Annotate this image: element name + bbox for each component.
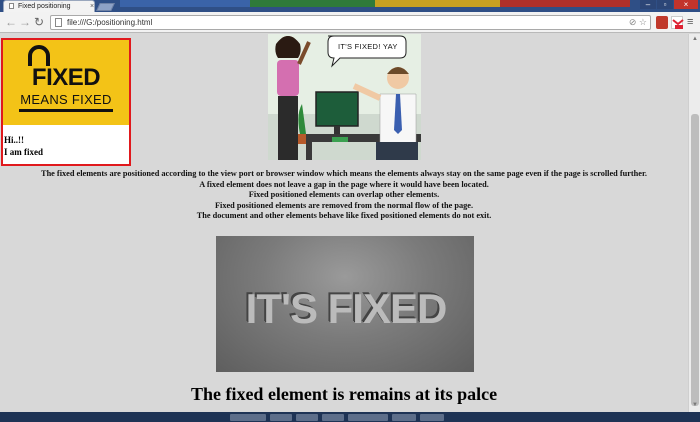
comic-illustration	[268, 34, 421, 160]
page-icon	[9, 3, 14, 9]
new-tab-button[interactable]	[96, 3, 115, 11]
vertical-scrollbar[interactable]: ▲ ▼	[688, 34, 700, 412]
os-taskbar	[0, 412, 700, 422]
tabstrip-stripe-blue	[120, 0, 250, 7]
gmail-icon[interactable]	[671, 16, 684, 29]
forward-icon[interactable]: →	[19, 15, 31, 29]
url-text: file:///G:/positioning.html	[67, 18, 153, 27]
taskbar-item-2[interactable]	[270, 414, 292, 421]
tab-strip: Fixed positioning × – ▫ ×	[0, 0, 700, 12]
fixed-box-text: Hi..!! I am fixed	[3, 125, 129, 158]
tab-close-icon[interactable]: ×	[90, 3, 94, 10]
page-heading: The fixed element is remains at its palc…	[190, 384, 498, 404]
minimize-button[interactable]: –	[640, 0, 656, 9]
tabstrip-stripe-red	[500, 0, 630, 7]
fixed-element-box: FIXED MEANS FIXED Hi..!! I am fixed	[1, 38, 131, 166]
taskbar-item-6[interactable]	[392, 414, 416, 421]
tab-fixed-positioning[interactable]: Fixed positioning ×	[3, 0, 95, 12]
paragraph-2: A fixed element does not leave a gap in …	[199, 179, 489, 189]
paragraph-3: Fixed positioned elements can overlap ot…	[248, 190, 440, 199]
fixed-box-line1: Hi..!!	[4, 135, 24, 145]
its-fixed-image: IT'S FIXED	[216, 236, 474, 372]
scroll-down-icon[interactable]: ▼	[692, 402, 698, 408]
page-icon	[55, 18, 62, 27]
paragraph-1: The fixed elements are positioned accord…	[41, 169, 647, 178]
menu-icon[interactable]: ≡	[687, 15, 693, 29]
tabstrip-stripe-yellow	[375, 0, 500, 7]
fixed-means-fixed-logo: FIXED MEANS FIXED	[3, 40, 129, 125]
back-icon[interactable]: ←	[5, 15, 17, 29]
taskbar-item-4[interactable]	[322, 414, 344, 421]
its-fixed-banner-text: IT'S FIXED	[216, 284, 474, 332]
comic-image: IT'S FIXED! YAY	[268, 34, 421, 160]
fixed-box-line2: I am fixed	[4, 147, 43, 157]
taskbar-item-3[interactable]	[296, 414, 318, 421]
taskbar-item-1[interactable]	[230, 414, 266, 421]
scroll-thumb[interactable]	[691, 114, 699, 406]
speech-bubble-text: IT'S FIXED! YAY	[338, 42, 398, 51]
close-window-button[interactable]: ×	[674, 0, 698, 9]
extension-icon[interactable]	[656, 16, 668, 29]
tabstrip-stripe-green	[250, 0, 375, 7]
paragraph-5: The document and other elements behave l…	[196, 211, 492, 220]
description-paragraphs: The fixed elements are positioned accord…	[0, 169, 688, 222]
page-viewport: FIXED MEANS FIXED Hi..!! I am fixed IT'S…	[0, 34, 688, 412]
tab-title: Fixed positioning	[18, 3, 71, 10]
logo-subtitle: MEANS FIXED	[20, 92, 112, 107]
address-bar[interactable]: file:///G:/positioning.html ⊘ ☆	[50, 15, 651, 30]
reload-icon[interactable]: ↻	[34, 15, 44, 29]
bookmark-star-icon[interactable]: ⊘ ☆	[629, 16, 647, 29]
maximize-button[interactable]: ▫	[657, 0, 673, 9]
scroll-up-icon[interactable]: ▲	[692, 36, 698, 42]
logo-underline	[19, 109, 113, 112]
browser-toolbar: ← → ↻ file:///G:/positioning.html ⊘ ☆ ≡	[0, 12, 700, 33]
paragraph-4: Fixed positioned elements are removed fr…	[214, 200, 474, 210]
taskbar-item-5[interactable]	[348, 414, 388, 421]
logo-word: FIXED	[31, 64, 101, 91]
taskbar-item-7[interactable]	[420, 414, 444, 421]
